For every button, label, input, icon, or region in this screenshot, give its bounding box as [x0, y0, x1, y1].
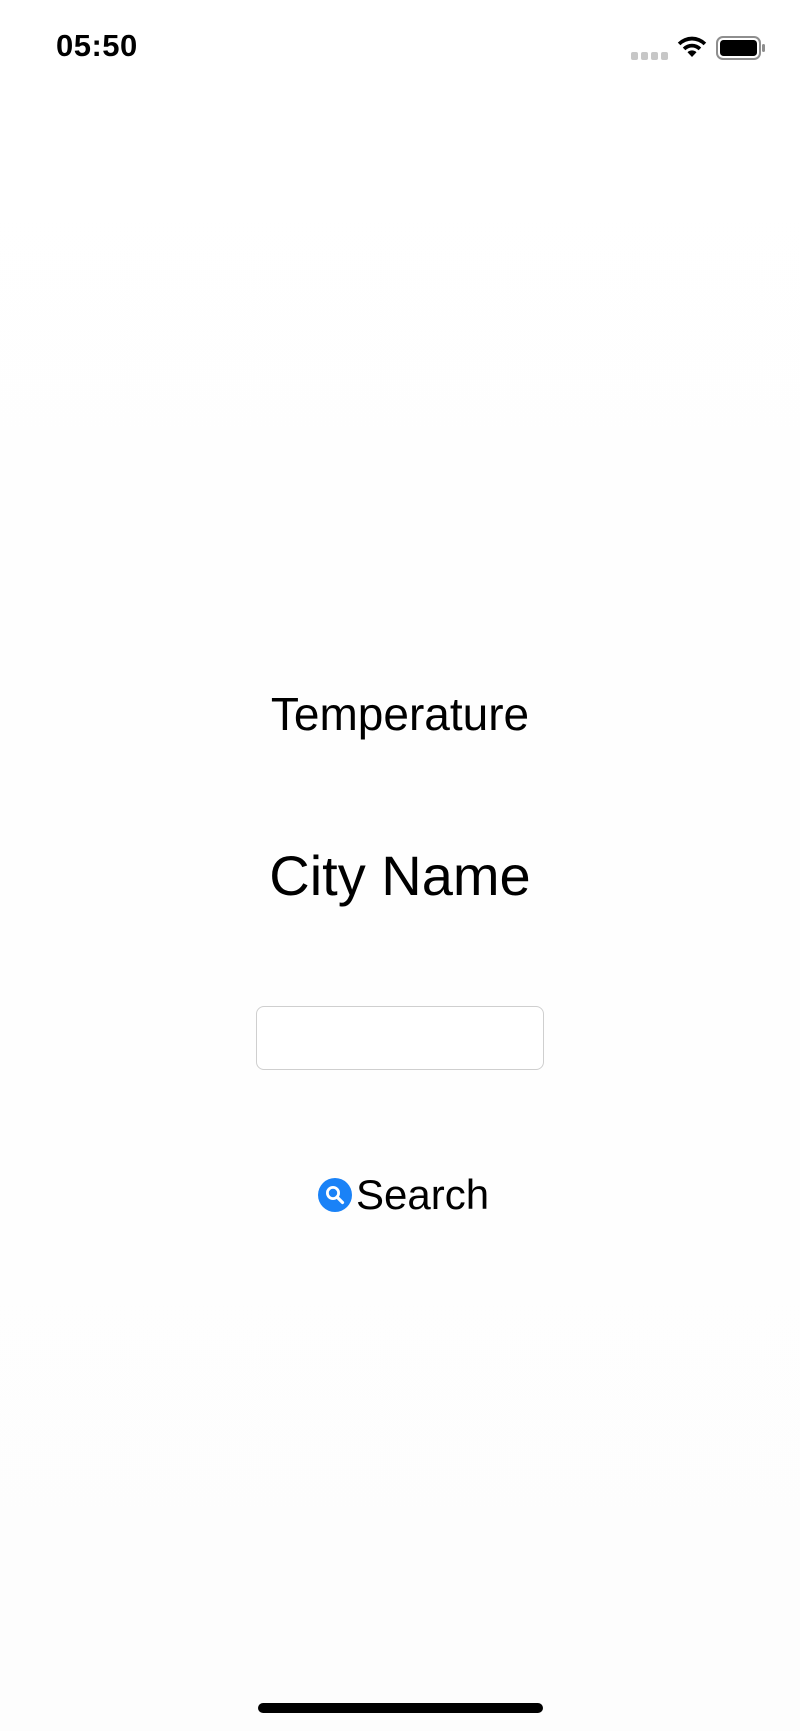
signal-icon — [631, 52, 669, 60]
status-bar: 05:50 — [0, 0, 800, 100]
temperature-label: Temperature — [270, 688, 530, 740]
city-search-input[interactable] — [256, 1006, 544, 1070]
status-time: 05:50 — [56, 28, 138, 63]
battery-icon — [716, 36, 765, 60]
search-button-label: Search — [356, 1171, 490, 1218]
magnifying-glass-icon — [318, 1178, 352, 1212]
wifi-icon — [677, 36, 707, 57]
search-button[interactable]: Search — [318, 1170, 489, 1220]
home-indicator[interactable] — [258, 1703, 543, 1713]
app-screen: 05:50 Temperature City Name Search — [0, 0, 800, 1731]
city-name-label: City Name — [269, 844, 531, 907]
